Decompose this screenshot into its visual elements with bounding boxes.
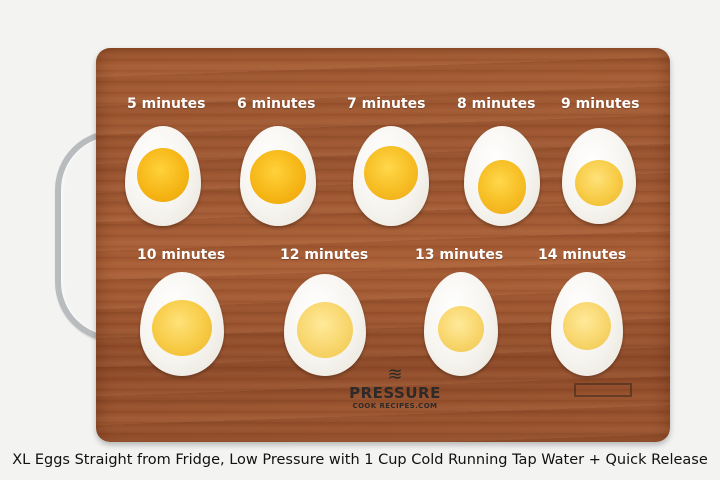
label-5-minutes: 5 minutes [127,96,206,112]
photo-scene: 5 minutes 6 minutes 7 minutes 8 minutes … [0,0,720,480]
yolk [250,150,306,204]
label-14-minutes: 14 minutes [538,247,627,263]
label-9-minutes: 9 minutes [561,96,640,112]
pressure-cook-recipes-logo: ≋ PRESSURE COOK RECIPES.COM [340,364,450,411]
label-10-minutes: 10 minutes [137,247,226,263]
logo-name: PRESSURE [349,384,441,402]
board-brand-stamp [574,383,632,397]
yolk [478,160,526,214]
photo-caption: XL Eggs Straight from Fridge, Low Pressu… [12,452,708,468]
logo-sub: COOK RECIPES.COM [352,402,438,410]
label-12-minutes: 12 minutes [280,247,369,263]
yolk [575,160,623,206]
yolk [364,146,418,200]
yolk [297,302,353,358]
yolk [438,306,484,352]
label-13-minutes: 13 minutes [415,247,504,263]
label-6-minutes: 6 minutes [237,96,316,112]
yolk [152,300,212,356]
steam-icon: ≋ [387,364,403,385]
yolk [137,148,189,202]
yolk [563,302,611,350]
label-8-minutes: 8 minutes [457,96,536,112]
label-7-minutes: 7 minutes [347,96,426,112]
